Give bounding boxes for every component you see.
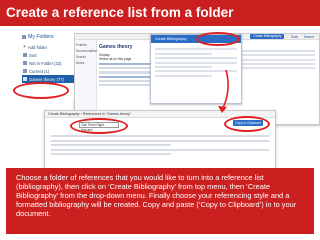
- formatted-bibliography: [51, 133, 269, 157]
- tab-notes[interactable]: Notes: [76, 61, 95, 67]
- instructions-box: Choose a folder of references that you w…: [6, 168, 314, 234]
- sort-label: Sort: [29, 52, 37, 58]
- sort-link[interactable]: Sort: [22, 51, 74, 59]
- bibliography-line: [51, 148, 269, 151]
- sort-icon: [23, 53, 27, 57]
- tools-menu[interactable]: Tools: [290, 35, 297, 39]
- folder-icon: [23, 69, 27, 73]
- highlight-ring-create-bibliography: [196, 32, 240, 46]
- folder-label: Games theory (77): [29, 76, 64, 82]
- add-folder-link[interactable]: + Add folder: [22, 43, 74, 51]
- screenshot-collage: Create Bibliography Tools Search Folders…: [0, 26, 320, 240]
- bibliography-line: [51, 135, 269, 138]
- bibliography-line: [51, 144, 171, 147]
- bibliography-line: [51, 152, 171, 155]
- highlight-ring-style-select: [70, 118, 128, 134]
- folder-icon: [23, 77, 27, 81]
- highlight-ring-copy-button: [224, 116, 270, 132]
- text-line: [155, 48, 237, 51]
- folder-not-in-folder[interactable]: Not in Folder (32): [22, 59, 74, 67]
- text-line: [155, 65, 213, 68]
- slide-title: Create a reference list from a folder: [0, 0, 320, 26]
- search-menu[interactable]: Search: [304, 35, 314, 39]
- folder-label: Current (1): [29, 68, 50, 74]
- folders-title: My Folders: [28, 34, 54, 40]
- text-line: [155, 61, 237, 64]
- folder-label: Not in Folder (32): [29, 60, 62, 66]
- folder-current[interactable]: Current (1): [22, 67, 74, 75]
- text-line: [155, 57, 237, 60]
- folder-icon: [22, 35, 26, 39]
- folders-header: My Folders: [22, 32, 74, 43]
- highlight-ring-folder: [13, 82, 69, 99]
- text-line: [155, 74, 213, 77]
- plus-icon: +: [23, 43, 26, 50]
- arrow-down-icon: [218, 69, 229, 113]
- add-folder-label: Add folder: [27, 44, 48, 50]
- text-line: [155, 52, 213, 55]
- create-bibliography-menu[interactable]: Create Bibliography: [250, 34, 285, 39]
- folder-icon: [23, 61, 27, 65]
- bibliography-line: [51, 139, 269, 142]
